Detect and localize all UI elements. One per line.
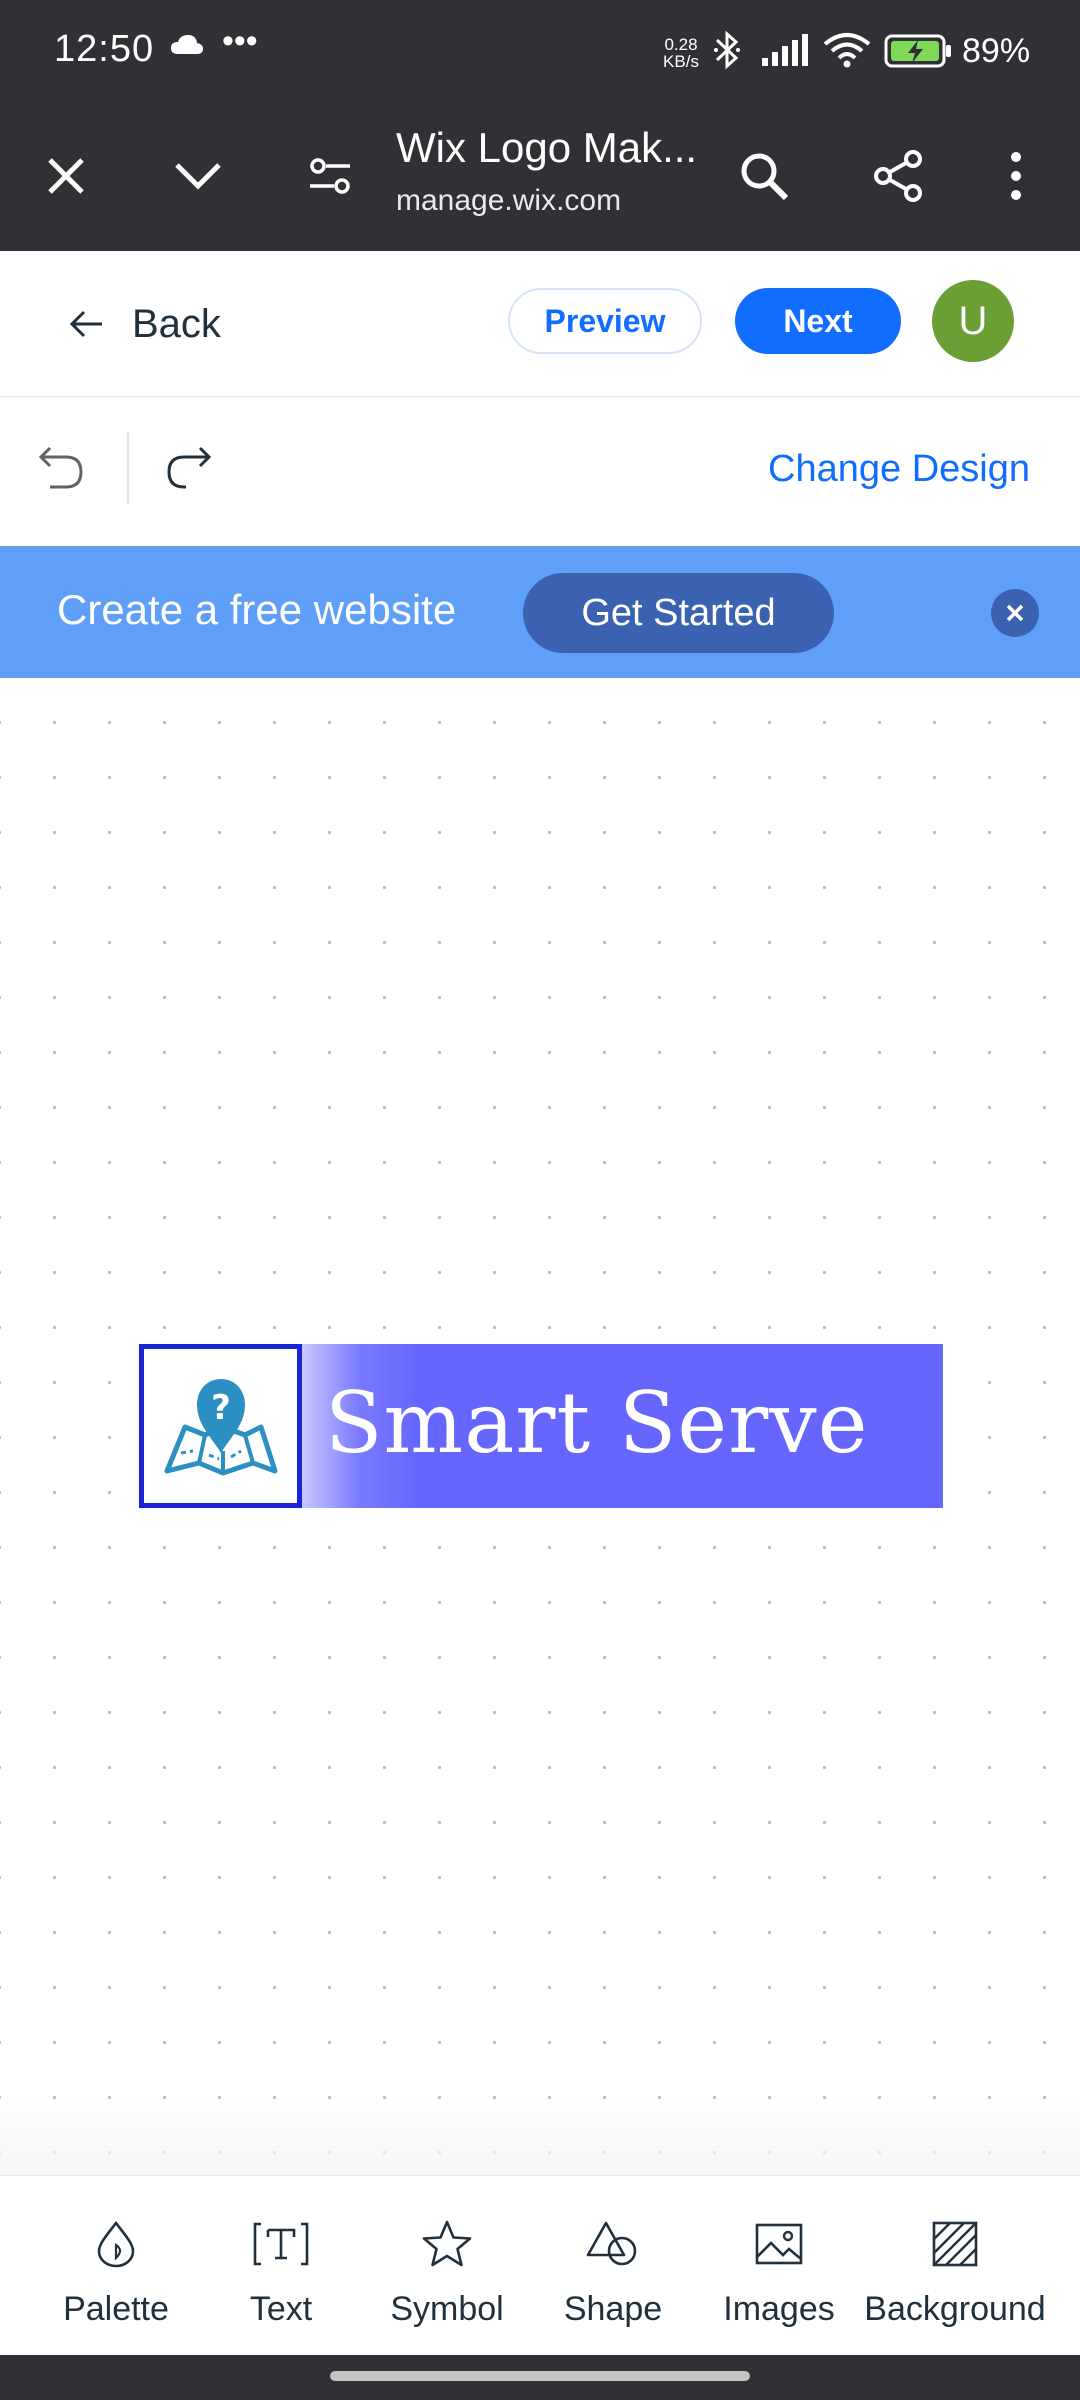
page-title: Wix Logo Mak... xyxy=(396,124,698,171)
symbol-icon xyxy=(415,2212,479,2276)
app-header: Back Preview Next U xyxy=(0,251,1080,397)
nav-symbol[interactable]: Symbol xyxy=(367,2212,527,2342)
get-started-button[interactable]: Get Started xyxy=(523,573,834,653)
nav-images[interactable]: Images xyxy=(699,2212,859,2342)
wifi-icon xyxy=(822,32,872,73)
nav-background[interactable]: Background xyxy=(864,2212,1046,2342)
redo-icon[interactable] xyxy=(164,442,214,499)
text-icon xyxy=(249,2212,313,2276)
share-icon[interactable] xyxy=(868,146,928,206)
bluetooth-icon xyxy=(712,30,742,75)
nav-palette-label: Palette xyxy=(63,2290,169,2328)
close-tab-icon[interactable] xyxy=(36,146,96,206)
avatar[interactable]: U xyxy=(932,280,1014,362)
nav-background-label: Background xyxy=(864,2290,1046,2328)
network-speed-value: 0.28 xyxy=(664,35,698,54)
map-pin-question-icon: ? xyxy=(164,1379,277,1476)
background-icon xyxy=(923,2212,987,2276)
promo-banner: Create a free website Get Started xyxy=(0,546,1080,678)
site-settings-icon[interactable] xyxy=(300,146,360,206)
more-notifications-icon: ••• xyxy=(222,22,258,60)
status-time: 12:50 xyxy=(54,28,155,70)
logo-preview[interactable]: ? Smart Serve xyxy=(139,1344,943,1508)
close-banner-icon[interactable] xyxy=(990,588,1040,643)
nav-symbol-label: Symbol xyxy=(390,2290,504,2328)
images-icon xyxy=(747,2212,811,2276)
nav-text-label: Text xyxy=(249,2290,313,2328)
bottom-nav: Palette Text Symbol Shape Images Backgro… xyxy=(0,2175,1080,2355)
nav-images-label: Images xyxy=(723,2290,835,2328)
nav-shape[interactable]: Shape xyxy=(533,2212,693,2342)
network-speed: 0.28 KB/s xyxy=(656,36,706,70)
palette-icon xyxy=(84,2212,148,2276)
preview-button[interactable]: Preview xyxy=(508,288,702,354)
status-bar: 12:50 ••• 0.28 KB/s 89% xyxy=(0,0,1080,106)
change-design-link[interactable]: Change Design xyxy=(768,448,1030,491)
battery-icon xyxy=(884,34,954,73)
more-options-icon[interactable] xyxy=(986,146,1046,206)
chevron-down-icon[interactable] xyxy=(168,146,228,206)
battery-percentage: 89% xyxy=(962,32,1031,70)
home-indicator[interactable] xyxy=(330,2371,750,2381)
signal-icon xyxy=(762,34,810,71)
back-button[interactable]: Back xyxy=(70,296,221,352)
canvas-fade xyxy=(0,2095,1080,2175)
promo-text: Create a free website xyxy=(57,586,457,633)
undo-icon[interactable] xyxy=(36,442,86,499)
back-label: Back xyxy=(132,301,221,346)
browser-toolbar: Wix Logo Mak... manage.wix.com xyxy=(0,106,1080,251)
logo-text[interactable]: Smart Serve xyxy=(325,1374,868,1472)
nav-palette[interactable]: Palette xyxy=(36,2212,196,2342)
svg-text:?: ? xyxy=(211,1388,231,1428)
shape-icon xyxy=(581,2212,645,2276)
nav-text[interactable]: Text xyxy=(201,2212,361,2342)
search-icon[interactable] xyxy=(734,146,794,206)
toolbar-divider xyxy=(127,432,129,504)
page-url[interactable]: manage.wix.com xyxy=(396,184,621,218)
logo-symbol-frame[interactable]: ? xyxy=(139,1344,302,1508)
nav-shape-label: Shape xyxy=(563,2290,663,2328)
network-speed-unit: KB/s xyxy=(663,52,699,71)
gesture-bar xyxy=(0,2355,1080,2400)
next-button[interactable]: Next xyxy=(735,288,901,354)
arrow-left-icon xyxy=(70,310,102,338)
edit-toolbar: Change Design xyxy=(0,398,1080,546)
cloud-icon xyxy=(170,34,204,61)
